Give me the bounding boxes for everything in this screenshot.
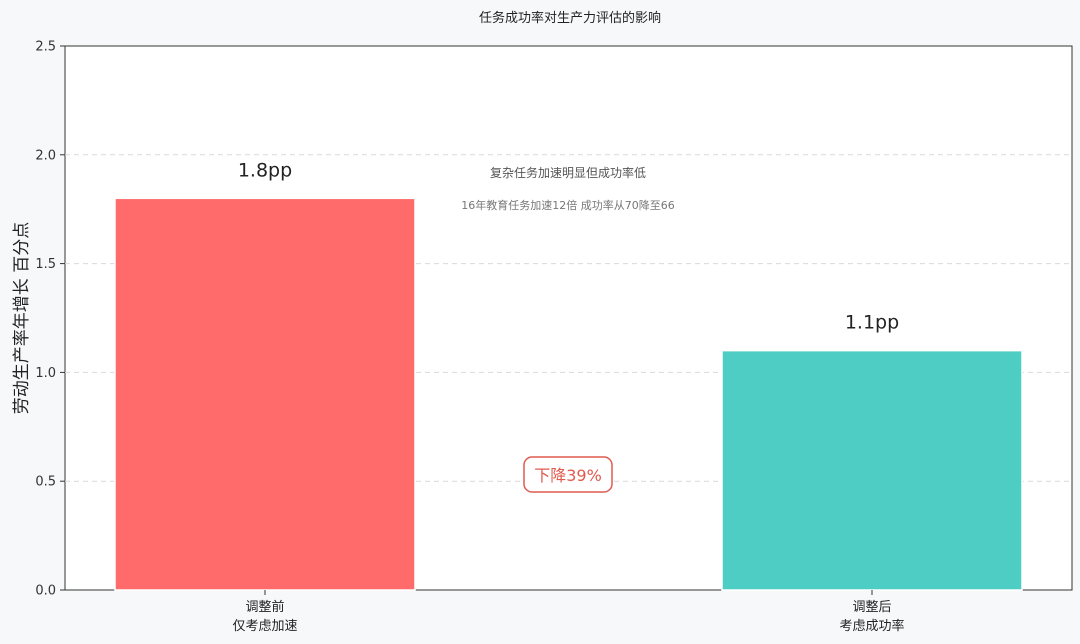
y-axis-label: 劳动生产率年增长 百分点 [12, 222, 32, 414]
chart-title: 任务成功率对生产力评估的影响 [479, 10, 661, 26]
bar-value-label: 1.8pp [238, 159, 292, 181]
x-tick-label-line2: 考虑成功率 [839, 618, 904, 634]
y-axis-ticks: 0.0 0.5 1.0 1.5 2.0 2.5 [35, 40, 65, 599]
x-tick-label-line1: 调整后 [852, 600, 891, 615]
decline-badge: 下降39% [523, 456, 613, 493]
y-tick-label: 2.5 [35, 40, 56, 55]
annotation-main: 复杂任务加速明显但成功率低 [490, 165, 646, 180]
x-axis-ticks: 调整前仅考虑加速 调整后考虑成功率 [232, 590, 905, 634]
y-tick-label: 2.0 [35, 148, 56, 163]
y-tick-label: 0.0 [35, 584, 56, 599]
bar-2 [721, 349, 1023, 591]
y-tick-label: 0.5 [35, 475, 56, 490]
annotation-sub: 16年教育任务加速12倍 成功率从70降至66 [461, 198, 674, 212]
x-tick-label-line1: 调整前 [245, 599, 284, 615]
x-tick-label-line2: 仅考虑加速 [232, 619, 297, 634]
y-tick-label: 1.5 [35, 257, 56, 272]
decline-badge-text: 下降39% [534, 466, 602, 485]
y-tick-label: 1.0 [35, 366, 56, 381]
bar-1 [114, 197, 416, 591]
bar-value-label: 1.1pp [845, 312, 899, 334]
chart: 任务成功率对生产力评估的影响 0.0 0.5 1.0 1.5 2.0 2.5 1.8pp 1… [12, 10, 1073, 634]
